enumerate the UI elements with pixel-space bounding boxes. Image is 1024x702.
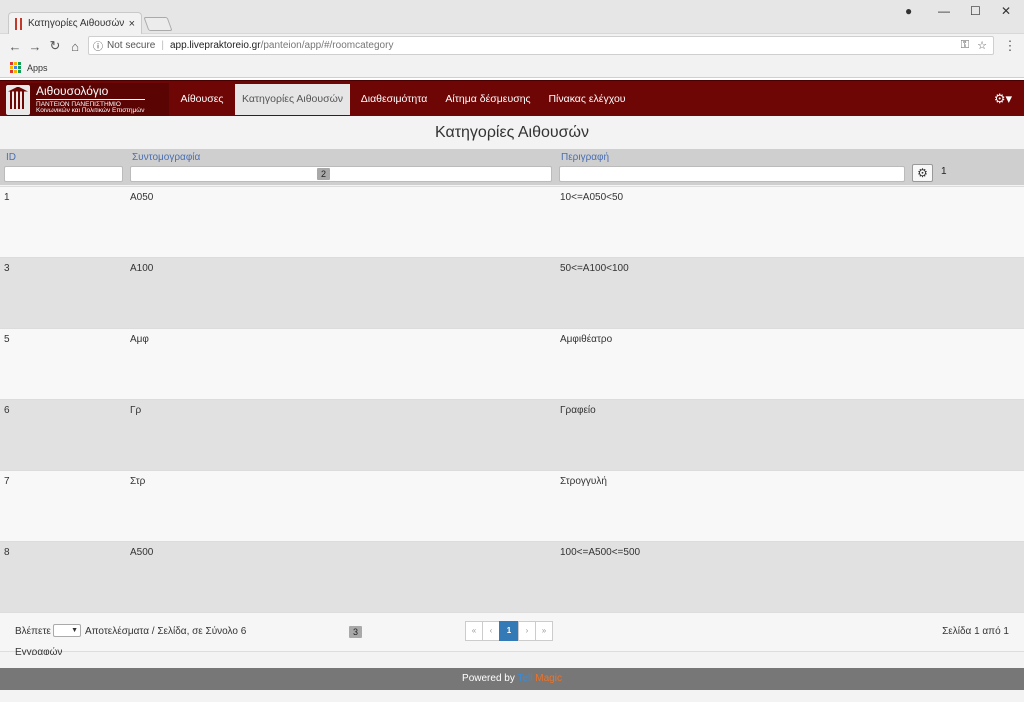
menu-icon[interactable]: ⋮ bbox=[1000, 38, 1020, 54]
cell-id: 6 bbox=[4, 405, 10, 416]
settings-gear-icon[interactable]: ⚙▾ bbox=[994, 91, 1012, 107]
address-bar-row: ← → ↻ ⌂ ⓘ Not secure | app.livepraktorei… bbox=[0, 34, 1024, 58]
bookmark-apps[interactable]: Apps bbox=[27, 63, 48, 73]
page-size-select[interactable]: ▼ bbox=[53, 624, 81, 637]
filter-abbreviation-input[interactable] bbox=[130, 166, 552, 182]
table-row[interactable]: 5 Αμφ Αμφιθέατρο bbox=[0, 328, 1024, 399]
tab-close-icon[interactable]: × bbox=[129, 18, 135, 30]
header-abbreviation[interactable]: Συντομογραφία bbox=[132, 152, 200, 163]
cell-id: 8 bbox=[4, 547, 10, 558]
cell-abbreviation: Γρ bbox=[130, 405, 142, 416]
key-icon[interactable]: ⚿ bbox=[961, 39, 969, 52]
page-badge: 3 bbox=[349, 626, 363, 638]
cell-id: 1 bbox=[4, 192, 10, 203]
results-label: Αποτελέσματα / Σελίδα, σε Σύνολο 6 bbox=[85, 626, 247, 637]
nav-item-booking-request[interactable]: Αίτημα δέσμευσης bbox=[438, 84, 538, 115]
table-row[interactable]: 1 Α050 10<=Α050<50 bbox=[0, 186, 1024, 257]
bookmarks-bar: Apps bbox=[0, 58, 1024, 78]
forward-icon[interactable]: → bbox=[25, 39, 45, 54]
app-content: Αιθουσολόγιο ΠΑΝΤΕΙΟΝ ΠΑΝΕΠΙΣΤΗΜΙΟ Κοινω… bbox=[0, 80, 1024, 702]
minimize-icon[interactable]: — bbox=[938, 4, 950, 18]
brand-title: Αιθουσολόγιο bbox=[36, 85, 145, 100]
brand[interactable]: Αιθουσολόγιο ΠΑΝΤΕΙΟΝ ΠΑΝΕΠΙΣΤΗΜΙΟ Κοινω… bbox=[6, 83, 169, 116]
powered-brand-2[interactable]: Magic bbox=[535, 673, 562, 684]
pagination-footer: Βλέπετε ▼ Αποτελέσματα / Σελίδα, σε Σύνο… bbox=[0, 612, 1024, 655]
not-secure-label: Not secure bbox=[107, 40, 156, 51]
favicon-icon bbox=[15, 17, 22, 30]
table-row[interactable]: 3 Α100 50<=Α100<100 bbox=[0, 257, 1024, 328]
powered-by-footer: Powered by Tell Magic bbox=[0, 668, 1024, 690]
back-icon[interactable]: ← bbox=[5, 39, 25, 54]
brand-subtitle-2: Κοινωνικών και Πολιτικών Επιστημών bbox=[36, 107, 145, 114]
show-label: Βλέπετε bbox=[15, 626, 51, 637]
reload-icon[interactable]: ↻ bbox=[45, 38, 65, 54]
filter-id-input[interactable] bbox=[4, 166, 123, 182]
cell-id: 5 bbox=[4, 334, 10, 345]
profile-icon[interactable]: ● bbox=[905, 4, 912, 18]
close-window-icon[interactable]: ✕ bbox=[1001, 4, 1011, 18]
nav-item-room-categories[interactable]: Κατηγορίες Αιθουσών bbox=[235, 84, 350, 115]
university-logo-icon bbox=[6, 84, 30, 115]
browser-tab[interactable]: Κατηγορίες Αιθουσών × bbox=[8, 12, 142, 34]
cell-description: 50<=Α100<100 bbox=[560, 263, 629, 274]
table-row[interactable]: 7 Στρ Στρογγυλή bbox=[0, 470, 1024, 541]
pager-last-button[interactable]: » bbox=[535, 621, 553, 641]
tab-title: Κατηγορίες Αιθουσών bbox=[28, 18, 125, 29]
cell-description: 10<=Α050<50 bbox=[560, 192, 624, 203]
cell-abbreviation: Αμφ bbox=[130, 334, 149, 345]
home-icon[interactable]: ⌂ bbox=[65, 39, 85, 54]
column-settings-button[interactable]: ⚙ bbox=[912, 164, 933, 182]
count-label: 1 bbox=[941, 166, 947, 177]
url-input[interactable]: ⓘ Not secure | app.livepraktoreio.gr /pa… bbox=[88, 36, 994, 55]
url-separator: | bbox=[161, 40, 164, 51]
page-info: Σελίδα 1 από 1 bbox=[942, 626, 1009, 637]
browser-titlebar: Κατηγορίες Αιθουσών × ● — ☐ ✕ bbox=[0, 0, 1024, 34]
cell-description: Γραφείο bbox=[560, 405, 596, 416]
filter-badge: 2 bbox=[317, 168, 331, 180]
cell-description: Στρογγυλή bbox=[560, 476, 607, 487]
page-title: Κατηγορίες Αιθουσών bbox=[434, 124, 590, 141]
header-id[interactable]: ID bbox=[6, 152, 16, 163]
nav-item-availability[interactable]: Διαθεσιμότητα bbox=[353, 84, 435, 115]
nav-item-rooms[interactable]: Αίθουσες bbox=[171, 84, 233, 115]
pager-page-1-button[interactable]: 1 bbox=[499, 621, 519, 641]
cell-abbreviation: Στρ bbox=[130, 476, 146, 487]
gear-icon: ⚙ bbox=[917, 166, 928, 180]
star-icon[interactable]: ☆ bbox=[977, 39, 987, 52]
table-row[interactable]: 6 Γρ Γραφείο bbox=[0, 399, 1024, 470]
table-header: ID Συντομογραφία Περιγραφή 2 ⚙ 1 bbox=[0, 149, 1024, 185]
nav-item-dashboard[interactable]: Πίνακας ελέγχου bbox=[541, 84, 633, 115]
powered-by-label: Powered by bbox=[462, 673, 515, 684]
cell-abbreviation: Α500 bbox=[130, 547, 154, 558]
cell-description: 100<=Α500<=500 bbox=[560, 547, 641, 558]
cell-id: 7 bbox=[4, 476, 10, 487]
navbar: Αιθουσολόγιο ΠΑΝΤΕΙΟΝ ΠΑΝΕΠΙΣΤΗΜΙΟ Κοινω… bbox=[0, 80, 1024, 116]
results-label-2: Εγγραφών bbox=[15, 647, 63, 655]
cell-abbreviation: Α100 bbox=[130, 263, 154, 274]
pager-prev-button[interactable]: ‹ bbox=[482, 621, 500, 641]
url-host: app.livepraktoreio.gr bbox=[169, 40, 261, 51]
maximize-icon[interactable]: ☐ bbox=[970, 4, 981, 18]
filter-description-input[interactable] bbox=[559, 166, 905, 182]
new-tab-button[interactable] bbox=[143, 17, 173, 31]
info-icon[interactable]: ⓘ bbox=[93, 38, 103, 53]
url-path: /panteion/app/#/roomcategory bbox=[260, 40, 394, 51]
cell-abbreviation: Α050 bbox=[130, 192, 154, 203]
cell-description: Αμφιθέατρο bbox=[560, 334, 613, 345]
cell-id: 3 bbox=[4, 263, 10, 274]
apps-icon[interactable] bbox=[10, 62, 21, 73]
pager-first-button[interactable]: « bbox=[465, 621, 483, 641]
header-description[interactable]: Περιγραφή bbox=[561, 152, 609, 163]
table-body: 1 Α050 10<=Α050<50 3 Α100 50<=Α100<100 5… bbox=[0, 186, 1024, 612]
table-row[interactable]: 8 Α500 100<=Α500<=500 bbox=[0, 541, 1024, 612]
pager-next-button[interactable]: › bbox=[518, 621, 536, 641]
pager: « ‹ 1 › » bbox=[465, 621, 553, 641]
powered-brand-1[interactable]: Tell bbox=[517, 673, 532, 684]
